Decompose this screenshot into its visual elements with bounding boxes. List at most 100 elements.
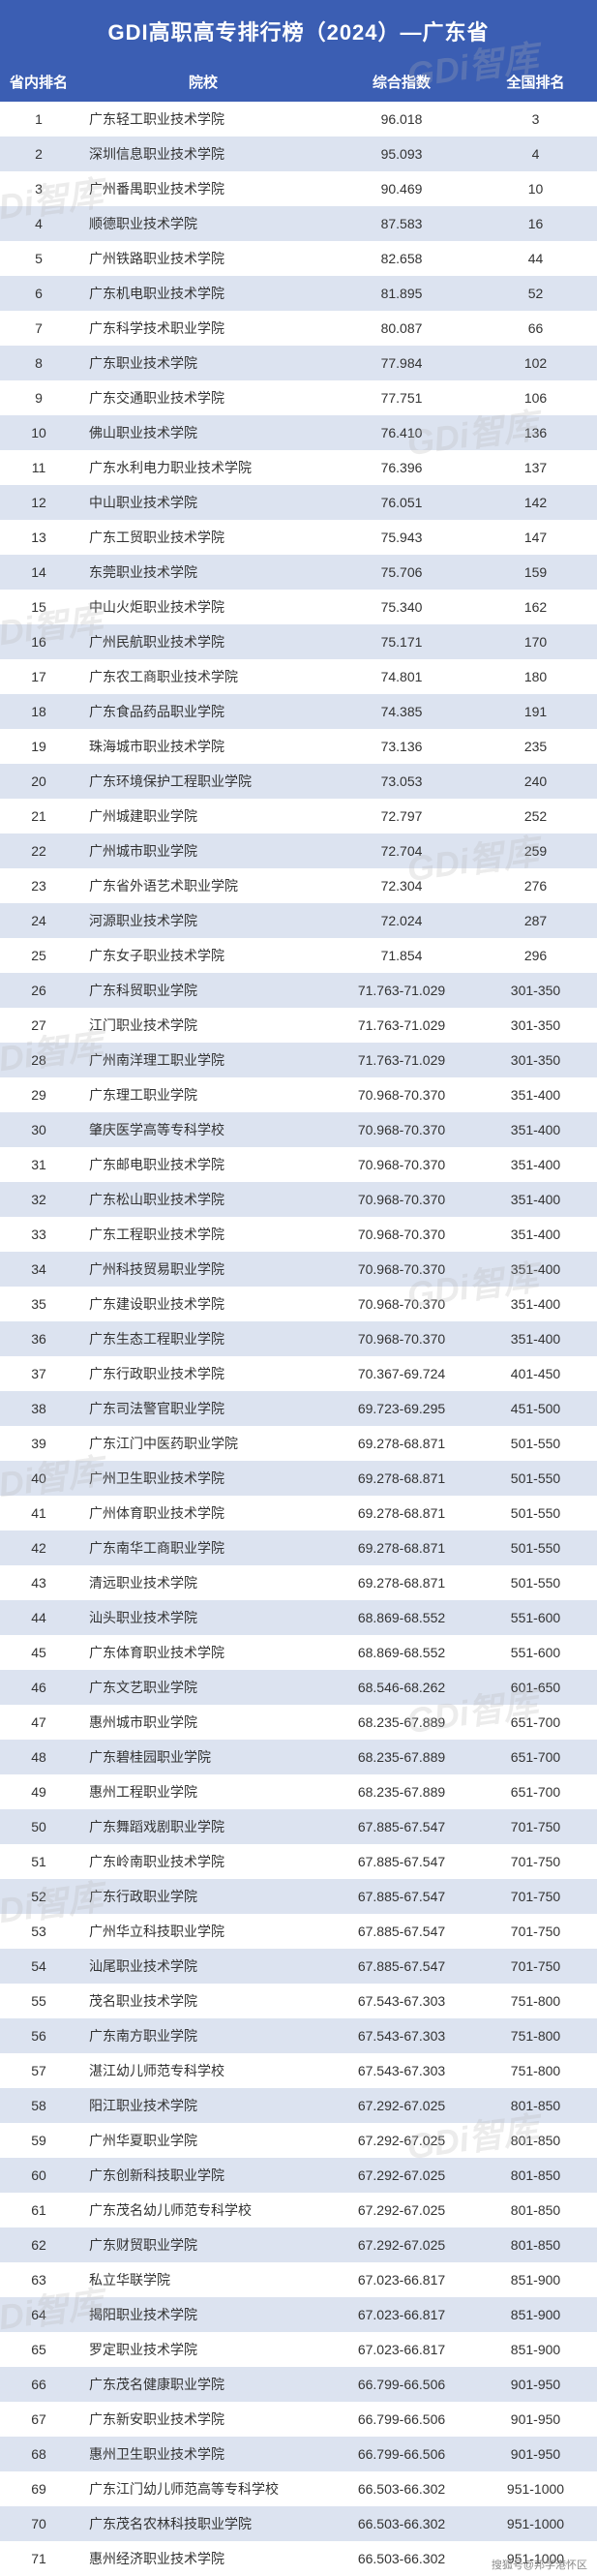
cell-index: 69.278-68.871 — [329, 1575, 474, 1591]
cell-rank: 34 — [0, 1261, 77, 1277]
cell-rank: 56 — [0, 2028, 77, 2044]
cell-national: 44 — [474, 251, 597, 266]
cell-index: 73.053 — [329, 773, 474, 789]
cell-index: 68.869-68.552 — [329, 1645, 474, 1660]
cell-index: 67.543-67.303 — [329, 2063, 474, 2078]
cell-rank: 2 — [0, 146, 77, 162]
cell-school: 广东科学技术职业学院 — [77, 318, 329, 338]
cell-index: 71.763-71.029 — [329, 1017, 474, 1033]
cell-national: 701-750 — [474, 1889, 597, 1904]
cell-school: 佛山职业技术学院 — [77, 423, 329, 442]
table-row: 30肇庆医学高等专科学校70.968-70.370351-400 — [0, 1112, 597, 1147]
cell-national: 180 — [474, 669, 597, 684]
table-row: 69广东江门幼儿师范高等专科学校66.503-66.302951-1000 — [0, 2471, 597, 2506]
cell-school: 广州城市职业学院 — [77, 841, 329, 861]
cell-national: 102 — [474, 355, 597, 371]
table-row: 9广东交通职业技术学院77.751106 — [0, 380, 597, 415]
cell-school: 广东财贸职业学院 — [77, 2235, 329, 2255]
cell-rank: 63 — [0, 2272, 77, 2288]
cell-national: 301-350 — [474, 1017, 597, 1033]
cell-school: 广州南洋理工职业学院 — [77, 1050, 329, 1070]
table-row: 6广东机电职业技术学院81.89552 — [0, 276, 597, 311]
cell-school: 江门职业技术学院 — [77, 1015, 329, 1035]
table-row: 68惠州卫生职业技术学院66.799-66.506901-950 — [0, 2437, 597, 2471]
cell-school: 广东南华工商职业学院 — [77, 1538, 329, 1558]
cell-national: 451-500 — [474, 1401, 597, 1416]
cell-rank: 28 — [0, 1052, 77, 1068]
cell-rank: 3 — [0, 181, 77, 197]
cell-school: 广东机电职业技术学院 — [77, 284, 329, 303]
table-row: 28广州南洋理工职业学院71.763-71.029301-350 — [0, 1043, 597, 1077]
cell-rank: 49 — [0, 1784, 77, 1800]
table-row: 29广东理工职业学院70.968-70.370351-400 — [0, 1077, 597, 1112]
cell-school: 广州卫生职业技术学院 — [77, 1469, 329, 1488]
table-row: 58阳江职业技术学院67.292-67.025801-850 — [0, 2088, 597, 2123]
cell-index: 66.799-66.506 — [329, 2411, 474, 2427]
cell-national: 901-950 — [474, 2446, 597, 2462]
cell-index: 68.235-67.889 — [329, 1784, 474, 1800]
table-row: 35广东建设职业技术学院70.968-70.370351-400 — [0, 1287, 597, 1321]
cell-rank: 4 — [0, 216, 77, 231]
cell-school: 广东建设职业技术学院 — [77, 1294, 329, 1314]
cell-rank: 1 — [0, 111, 77, 127]
cell-index: 80.087 — [329, 320, 474, 336]
header-school: 院校 — [77, 72, 329, 92]
cell-index: 67.543-67.303 — [329, 1993, 474, 2009]
cell-index: 70.367-69.724 — [329, 1366, 474, 1381]
cell-school: 广东科贸职业学院 — [77, 981, 329, 1000]
cell-rank: 50 — [0, 1819, 77, 1834]
cell-national: 10 — [474, 181, 597, 197]
cell-national: 801-850 — [474, 2202, 597, 2218]
cell-index: 68.235-67.889 — [329, 1714, 474, 1730]
cell-national: 287 — [474, 913, 597, 928]
cell-school: 惠州工程职业学院 — [77, 1782, 329, 1802]
cell-national: 252 — [474, 808, 597, 824]
cell-rank: 22 — [0, 843, 77, 859]
cell-school: 罗定职业技术学院 — [77, 2340, 329, 2359]
cell-rank: 21 — [0, 808, 77, 824]
table-row: 25广东女子职业技术学院71.854296 — [0, 938, 597, 973]
cell-school: 河源职业技术学院 — [77, 911, 329, 930]
table-row: 67广东新安职业技术学院66.799-66.506901-950 — [0, 2402, 597, 2437]
cell-index: 66.799-66.506 — [329, 2446, 474, 2462]
table-row: 55茂名职业技术学院67.543-67.303751-800 — [0, 1984, 597, 2018]
table-row: 44汕头职业技术学院68.869-68.552551-600 — [0, 1600, 597, 1635]
cell-rank: 39 — [0, 1436, 77, 1451]
cell-index: 67.885-67.547 — [329, 1854, 474, 1869]
cell-national: 351-400 — [474, 1192, 597, 1207]
cell-rank: 45 — [0, 1645, 77, 1660]
cell-national: 851-900 — [474, 2342, 597, 2357]
table-row: 41广州体育职业技术学院69.278-68.871501-550 — [0, 1496, 597, 1530]
cell-school: 广东新安职业技术学院 — [77, 2409, 329, 2429]
cell-rank: 42 — [0, 1540, 77, 1556]
cell-index: 96.018 — [329, 111, 474, 127]
cell-national: 701-750 — [474, 1924, 597, 1939]
cell-national: 751-800 — [474, 2063, 597, 2078]
cell-school: 广东松山职业技术学院 — [77, 1190, 329, 1209]
cell-school: 广东南方职业学院 — [77, 2026, 329, 2046]
cell-index: 70.968-70.370 — [329, 1157, 474, 1172]
cell-national: 351-400 — [474, 1331, 597, 1347]
cell-index: 66.503-66.302 — [329, 2551, 474, 2566]
cell-school: 广东茂名健康职业学院 — [77, 2375, 329, 2394]
cell-rank: 60 — [0, 2167, 77, 2183]
cell-index: 69.278-68.871 — [329, 1540, 474, 1556]
cell-national: 301-350 — [474, 983, 597, 998]
cell-school: 广东舞蹈戏剧职业学院 — [77, 1817, 329, 1836]
cell-rank: 33 — [0, 1227, 77, 1242]
table-row: 18广东食品药品职业学院74.385191 — [0, 694, 597, 729]
cell-rank: 8 — [0, 355, 77, 371]
cell-school: 肇庆医学高等专科学校 — [77, 1120, 329, 1139]
table-row: 45广东体育职业技术学院68.869-68.552551-600 — [0, 1635, 597, 1670]
cell-national: 159 — [474, 564, 597, 580]
cell-rank: 55 — [0, 1993, 77, 2009]
cell-school: 广东茂名幼儿师范专科学校 — [77, 2200, 329, 2220]
cell-national: 601-650 — [474, 1680, 597, 1695]
cell-school: 广东职业技术学院 — [77, 353, 329, 373]
cell-school: 阳江职业技术学院 — [77, 2096, 329, 2115]
cell-rank: 59 — [0, 2133, 77, 2148]
table-row: 23广东省外语艺术职业学院72.304276 — [0, 868, 597, 903]
cell-national: 901-950 — [474, 2377, 597, 2392]
table-row: 36广东生态工程职业学院70.968-70.370351-400 — [0, 1321, 597, 1356]
table-row: 7广东科学技术职业学院80.08766 — [0, 311, 597, 346]
